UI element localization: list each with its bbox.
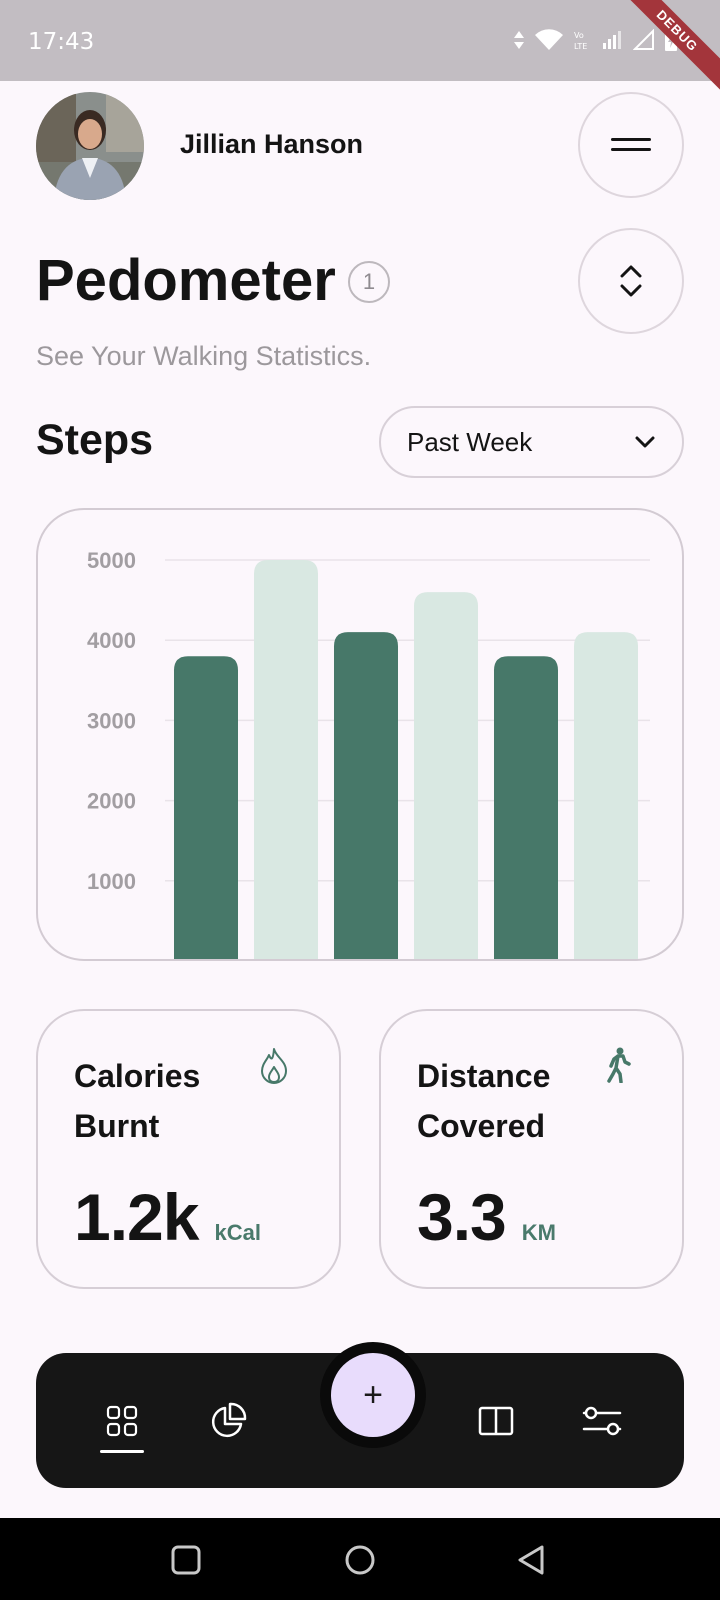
data-arrows-icon [514, 31, 524, 49]
distance-value-row: 3.3 KM [417, 1179, 556, 1255]
calories-unit: kCal [214, 1220, 261, 1245]
add-button-ring: + [320, 1342, 426, 1448]
calories-value: 1.2k [74, 1180, 199, 1254]
chart-bar[interactable] [574, 632, 638, 961]
steps-chart-svg: 1000 2000 3000 4000 5000 [87, 548, 650, 961]
recents-icon[interactable] [170, 1544, 202, 1576]
notification-badge: 1 [348, 261, 390, 303]
nav-active-indicator [100, 1450, 144, 1453]
pie-chart-icon [211, 1402, 247, 1438]
svg-text:Vo: Vo [574, 31, 584, 40]
calories-card[interactable]: Calories Burnt 1.2k kCal [36, 1009, 341, 1289]
add-icon: + [363, 1375, 383, 1414]
status-bar: 17:43 Vo LTE DEBUG [0, 0, 720, 106]
chevron-down-icon [635, 436, 655, 448]
chart-y-tick-label: 1000 [87, 869, 136, 894]
system-nav-bar [0, 1518, 720, 1600]
avatar[interactable] [36, 92, 144, 200]
chart-bar[interactable] [414, 592, 478, 961]
chart-y-tick-label: 4000 [87, 628, 136, 653]
sort-button[interactable] [578, 228, 684, 334]
chart-y-tick-label: 2000 [87, 789, 136, 814]
calories-label: Calories Burnt [74, 1051, 244, 1151]
period-dropdown-label: Past Week [407, 426, 533, 457]
distance-unit: KM [521, 1220, 556, 1245]
chart-bar[interactable] [334, 632, 398, 961]
signal-icon [603, 31, 621, 49]
svg-text:LTE: LTE [574, 42, 587, 51]
settings-sliders-icon [582, 1406, 622, 1436]
page-subtitle: See Your Walking Statistics. [36, 341, 372, 371]
nav-settings[interactable] [572, 1391, 632, 1451]
calories-label-line1: Calories [74, 1058, 201, 1094]
status-time: 17:43 [28, 29, 95, 55]
calories-label-line2: Burnt [74, 1108, 160, 1144]
nav-book[interactable] [466, 1391, 526, 1451]
chart-bar[interactable] [174, 656, 238, 961]
menu-button[interactable] [578, 92, 684, 198]
steps-title: Steps [36, 416, 154, 464]
wifi-icon [535, 29, 563, 50]
user-name: Jillian Hanson [180, 129, 364, 159]
nav-statistics[interactable] [198, 1391, 258, 1451]
distance-card[interactable]: Distance Covered 3.3 KM [379, 1009, 684, 1289]
chart-bar[interactable] [254, 560, 318, 961]
back-icon[interactable] [516, 1544, 548, 1576]
steps-chart: 1000 2000 3000 4000 5000 [36, 508, 684, 961]
flame-icon [261, 1048, 287, 1084]
distance-value: 3.3 [417, 1180, 507, 1254]
home-icon[interactable] [344, 1544, 376, 1576]
dashboard-icon [106, 1405, 138, 1437]
distance-label-line1: Distance [417, 1058, 551, 1094]
chart-y-tick-label: 3000 [87, 708, 136, 733]
bottom-nav: + [36, 1342, 684, 1488]
sort-icon [620, 265, 642, 297]
menu-icon [611, 138, 651, 151]
distance-label: Distance Covered [417, 1051, 587, 1151]
walking-icon [607, 1047, 631, 1083]
chart-bar[interactable] [494, 656, 558, 961]
distance-label-line2: Covered [417, 1108, 546, 1144]
page-title: Pedometer [36, 248, 336, 313]
chart-y-tick-label: 5000 [87, 548, 136, 573]
avatar-photo [36, 92, 144, 200]
add-button[interactable]: + [331, 1353, 415, 1437]
signal-empty-icon [633, 29, 654, 50]
status-icons: Vo LTE [513, 26, 678, 54]
nav-dashboard[interactable] [92, 1391, 152, 1453]
volte-icon: Vo LTE [574, 31, 587, 51]
period-dropdown[interactable]: Past Week [379, 406, 684, 478]
calories-value-row: 1.2k kCal [74, 1179, 261, 1255]
book-icon [478, 1406, 514, 1436]
